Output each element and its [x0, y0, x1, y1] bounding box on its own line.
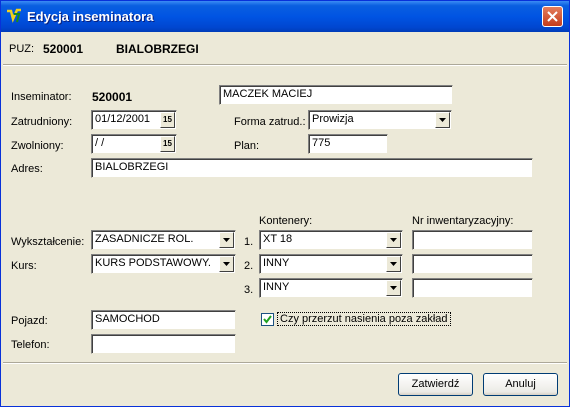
footer-divider [3, 362, 567, 364]
chevron-down-icon[interactable] [386, 232, 401, 248]
kontener-3-inventory-field[interactable] [412, 278, 533, 298]
wyksztalcenie-value: ZASADNICZE ROL. [95, 233, 194, 245]
kontener-3-value: INNY [263, 281, 290, 293]
wyksztalcenie-label: Wykształcenie: [11, 236, 85, 248]
telefon-label: Telefon: [11, 339, 50, 351]
app-logo-icon [6, 8, 22, 24]
dialog-body: PUZ: 520001 BIALOBRZEGI Inseminator: 520… [1, 32, 569, 406]
chevron-down-icon[interactable] [219, 256, 234, 272]
puz-code: 520001 [43, 42, 84, 56]
anuluj-button[interactable]: Anuluj [483, 373, 558, 396]
header-divider [3, 64, 567, 66]
puz-name: BIALOBRZEGI [116, 42, 199, 56]
chevron-down-icon[interactable] [386, 280, 401, 296]
zatrudniony-value: 01/12/2001 [95, 113, 151, 125]
adres-label: Adres: [11, 163, 43, 175]
kontener-3-select[interactable]: INNY [259, 278, 403, 298]
kurs-select[interactable]: KURS PODSTAWOWY. [91, 254, 236, 274]
zwolniony-value: / / [95, 137, 105, 149]
kontener-1-number: 1. [244, 236, 254, 248]
forma-zatrud-value: Prowizja [312, 113, 354, 125]
close-button[interactable] [542, 6, 563, 27]
zatwierdz-button[interactable]: Zatwierdź [398, 373, 473, 396]
zatrudniony-date-field[interactable]: 01/12/2001 15 [91, 110, 177, 130]
kontener-2-number: 2. [244, 260, 254, 272]
calendar-icon[interactable]: 15 [160, 136, 175, 152]
przerzut-checkbox-label[interactable]: Czy przerzut nasienia poza zakład [277, 312, 451, 326]
plan-field[interactable]: 775 [308, 134, 388, 154]
kurs-value: KURS PODSTAWOWY. [95, 257, 211, 269]
calendar-icon[interactable]: 15 [160, 112, 175, 128]
close-icon [547, 11, 558, 22]
checkmark-icon [263, 315, 272, 324]
wyksztalcenie-select[interactable]: ZASADNICZE ROL. [91, 230, 236, 250]
pojazd-label: Pojazd: [11, 315, 48, 327]
zwolniony-label: Zwolniony: [11, 140, 64, 152]
kontener-1-value: XT 18 [263, 233, 293, 245]
kurs-label: Kurs: [11, 260, 37, 272]
chevron-down-icon[interactable] [219, 232, 234, 248]
chevron-down-icon[interactable] [435, 112, 450, 128]
nr-inwentaryzacyjny-header: Nr inwentaryzacyjny: [412, 215, 514, 227]
forma-zatrud-label: Forma zatrud.: [234, 116, 306, 128]
forma-zatrud-select[interactable]: Prowizja [308, 110, 452, 130]
przerzut-checkbox[interactable] [261, 313, 274, 326]
kontener-3-number: 3. [244, 284, 254, 296]
zatrudniony-label: Zatrudniony: [11, 116, 73, 128]
adres-field[interactable]: BIALOBRZEGI [91, 158, 533, 178]
telefon-field[interactable] [91, 334, 236, 354]
kontener-2-inventory-field[interactable] [412, 254, 533, 274]
plan-label: Plan: [234, 140, 260, 152]
kontener-2-value: INNY [263, 257, 290, 269]
title-bar[interactable]: Edycja inseminatora [1, 1, 569, 32]
window-title: Edycja inseminatora [27, 9, 154, 24]
pojazd-field[interactable]: SAMOCHOD [91, 310, 236, 330]
kontener-1-select[interactable]: XT 18 [259, 230, 403, 250]
inseminator-code: 520001 [92, 90, 133, 104]
puz-label: PUZ: [9, 43, 35, 55]
dialog-window: Edycja inseminatora PUZ: 520001 BIALOBRZ… [0, 0, 570, 407]
chevron-down-icon[interactable] [386, 256, 401, 272]
inseminator-label: Inseminator: [11, 91, 72, 103]
kontener-1-inventory-field[interactable] [412, 230, 533, 250]
kontenery-header: Kontenery: [259, 215, 313, 227]
inseminator-name-field[interactable]: MACZEK MACIEJ [219, 85, 453, 105]
kontener-2-select[interactable]: INNY [259, 254, 403, 274]
zwolniony-date-field[interactable]: / / 15 [91, 134, 177, 154]
